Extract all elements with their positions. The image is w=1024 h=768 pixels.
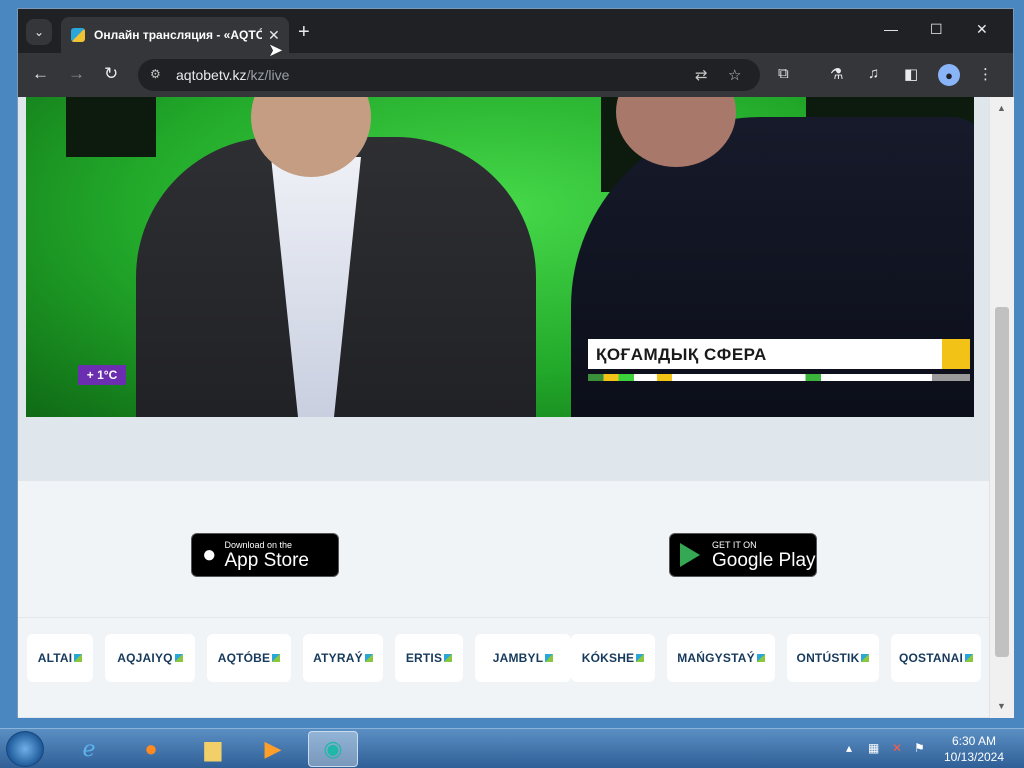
app-download-section: ● Download on the App Store GET IT ON Go… [18, 481, 989, 617]
app-store-button[interactable]: ● Download on the App Store [191, 533, 339, 577]
firefox-icon[interactable]: ● [126, 731, 176, 767]
action-center-flag-icon[interactable]: ⚑ [914, 741, 925, 755]
profile-icon[interactable]: ● [938, 64, 960, 86]
channel-altai[interactable]: ALTAI [27, 634, 93, 682]
channel-logo-icon [74, 654, 83, 662]
google-play-label: Google Play [712, 549, 816, 571]
google-play-icon [680, 543, 700, 567]
taskbar: ℯ ● ▆ ▶ ◉ ▴ ▦ ✕ ⚑ 6:30 AM 10/13/2024 [0, 728, 1024, 768]
app-store-caption: Download on the [224, 539, 293, 550]
apple-icon: ● [202, 541, 217, 568]
channel-mangystau[interactable]: MAŃGYSTAÝ [667, 634, 775, 682]
channel-logo-icon [444, 654, 453, 662]
flask-icon[interactable]: ⚗ [830, 65, 843, 83]
puzzle-icon[interactable]: ⧉ [778, 65, 789, 82]
side-panel-icon[interactable]: ◧ [904, 65, 918, 83]
tab-title: Онлайн трансляция - «AQTÓBE» [94, 28, 262, 42]
translate-icon[interactable]: ⇄ [695, 66, 708, 84]
media-player-icon[interactable]: ▶ [248, 731, 298, 767]
volume-muted-icon[interactable]: ✕ [892, 741, 902, 755]
channel-logo-icon [965, 654, 974, 662]
channel-logo-icon [174, 654, 183, 662]
page-scrollbar[interactable]: ▲ ▼ [989, 97, 1014, 718]
channel-jambyl[interactable]: JAMBYL [475, 634, 571, 682]
banner-strip [588, 374, 970, 381]
reload-icon[interactable]: ↻ [104, 64, 118, 84]
minimize-button[interactable]: — [884, 21, 898, 37]
channel-logo-icon [364, 654, 373, 662]
channel-ertis[interactable]: ERTIS [395, 634, 463, 682]
url-text: aqtobetv.kz/kz/live [176, 67, 290, 83]
edge-browser-icon[interactable]: ◉ [308, 731, 358, 767]
new-tab-button[interactable]: + [298, 21, 310, 44]
page-viewport: + 1°C ҚОҒАМДЫҚ СФЕРА ● Download on the A… [18, 97, 989, 718]
channel-logo-icon [861, 654, 870, 662]
channel-ontustik[interactable]: ONTÚSTIK [787, 634, 879, 682]
scroll-thumb[interactable] [995, 307, 1009, 657]
temperature-badge: + 1°C [78, 365, 126, 385]
google-play-caption: GET IT ON [712, 539, 757, 550]
active-tab[interactable]: Онлайн трансляция - «AQTÓBE» ✕ [61, 17, 289, 53]
clock-time: 6:30 AM [951, 734, 997, 748]
app-store-label: App Store [224, 549, 310, 571]
channel-kokshe[interactable]: KÓKSHE [571, 634, 655, 682]
mouse-cursor-icon: ➤ [268, 40, 284, 60]
live-video-player[interactable]: + 1°C ҚОҒАМДЫҚ СФЕРА [26, 97, 974, 417]
site-favicon-icon [71, 28, 85, 42]
close-window-button[interactable]: ✕ [976, 21, 988, 38]
internet-explorer-icon[interactable]: ℯ [64, 731, 114, 767]
maximize-button[interactable]: ☐ [930, 21, 943, 38]
player-footer-band [26, 417, 974, 481]
lower-third-banner: ҚОҒАМДЫҚ СФЕРА [588, 339, 970, 369]
channel-logo-icon [756, 654, 765, 662]
address-bar[interactable]: ⚙ aqtobetv.kz/kz/live ⇄ ☆ [138, 59, 760, 91]
tab-search-button[interactable]: ⌄ [26, 19, 52, 45]
channel-qostanai[interactable]: QOSTANAI [891, 634, 981, 682]
channel-logo-icon [636, 654, 645, 662]
scroll-up-icon[interactable]: ▲ [997, 103, 1006, 113]
browser-window: ⌄ Онлайн трансляция - «AQTÓBE» ✕ + — ☐ ✕… [17, 8, 1014, 718]
tray-arrow-icon[interactable]: ▴ [846, 741, 852, 755]
channel-logo-icon [272, 654, 281, 662]
clock-date: 10/13/2024 [943, 750, 1005, 764]
channel-aqjaiyq[interactable]: AQJAIYQ [105, 634, 195, 682]
banner-accent [942, 339, 970, 369]
star-icon[interactable]: ☆ [728, 66, 741, 84]
regional-channels-bar: ALTAI AQJAIYQ AQTÓBE ATYRAÝ ERTIS JAMBYL… [18, 617, 989, 717]
studio-screen-left [66, 97, 156, 157]
program-title: ҚОҒАМДЫҚ СФЕРА [596, 345, 767, 364]
forward-arrow-icon[interactable]: → [68, 64, 85, 84]
title-bar: ⌄ Онлайн трансляция - «AQTÓBE» ✕ + — ☐ ✕ [18, 9, 1013, 53]
google-play-button[interactable]: GET IT ON Google Play [669, 533, 817, 577]
kebab-menu-icon[interactable]: ⋮ [978, 65, 993, 83]
scroll-down-icon[interactable]: ▼ [997, 701, 1006, 711]
browser-toolbar: ← → ↻ ⚙ aqtobetv.kz/kz/live ⇄ ☆ ⧉ ⚗ ♫ ◧ … [18, 53, 1013, 97]
channel-aqtobe[interactable]: AQTÓBE [207, 634, 291, 682]
site-settings-icon[interactable]: ⚙ [150, 67, 161, 81]
file-explorer-icon[interactable]: ▆ [188, 731, 238, 767]
network-icon[interactable]: ▦ [868, 741, 879, 755]
media-control-icon[interactable]: ♫ [868, 65, 879, 82]
start-button[interactable] [6, 731, 44, 767]
chevron-down-icon: ⌄ [33, 25, 45, 39]
channel-logo-icon [545, 654, 554, 662]
channel-atyrau[interactable]: ATYRAÝ [303, 634, 383, 682]
system-clock[interactable]: 6:30 AM 10/13/2024 [936, 733, 1012, 765]
back-arrow-icon[interactable]: ← [32, 64, 49, 84]
